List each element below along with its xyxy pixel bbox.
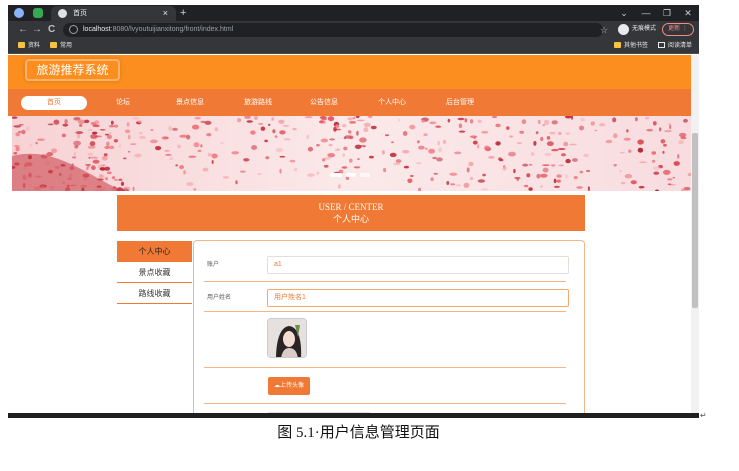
site-header: 旅游推荐系统 [8,55,691,89]
tab-search-icon[interactable]: ⌄ [616,5,632,21]
bookmark-folder[interactable]: 常用 [50,41,72,52]
account-row: 账户 a1 [204,249,569,282]
menu-item-forum[interactable]: 论坛 [106,96,140,110]
menu-item-home[interactable]: 首页 [21,96,87,110]
figure-caption: 图 5.1·用户信息管理页面 [277,425,440,441]
carousel-dot-active [330,173,342,177]
close-tab-icon[interactable]: × [163,7,168,19]
reload-icon[interactable]: C [48,23,55,37]
incognito-icon [618,24,629,35]
forward-icon[interactable]: → [32,23,42,37]
carousel-dot [346,173,356,177]
browser-toolbar: ← → C localhost:8080/lvyoutuijianxitong/… [8,21,699,39]
menu-item-attractions[interactable]: 景点信息 [168,96,212,110]
account-field[interactable]: a1 [267,256,569,274]
folder-icon [18,42,25,49]
browser-tab-strip: 首页 × + ⌄ — ❐ ✕ [8,5,699,21]
menu-item-routes[interactable]: 旅游路线 [236,96,280,110]
globe-icon [58,9,67,18]
tab-title: 首页 [73,10,87,17]
menu-item-admin[interactable]: 后台管理 [438,96,482,110]
taskbar-edge [8,413,699,418]
browser-screenshot: 首页 × + ⌄ — ❐ ✕ ← → C localhost:8080/lvyo… [8,5,699,418]
upload-avatar-button[interactable]: ☁上传头像 [268,377,310,395]
name-label: 用户姓名 [207,295,232,301]
account-label: 账户 [207,262,220,268]
update-button[interactable]: 更新 ⋮ [662,23,694,36]
avatar-row [204,312,566,368]
folder-icon [614,42,621,49]
minimize-icon[interactable]: — [638,5,654,21]
site-info-icon[interactable] [69,25,78,34]
sidebar-item-user-center[interactable]: 个人中心 [117,241,192,262]
address-bar[interactable]: localhost:8080/lvyoutuijianxitong/front/… [63,23,603,37]
pinned-tab-icon[interactable] [33,8,43,18]
reading-list-icon [658,42,665,49]
restore-icon[interactable]: ❐ [659,5,675,21]
title-chinese: 个人中心 [332,214,369,224]
page-scrollbar[interactable] [691,55,699,413]
close-window-icon[interactable]: ✕ [680,5,696,21]
bookmark-folder[interactable]: 资料 [18,41,40,52]
name-field[interactable]: 用户姓名1 [267,289,569,307]
title-english: USER / CENTER [318,202,384,212]
url-text: localhost:8080/lvyoutuijianxitong/front/… [83,26,234,33]
browser-tab[interactable]: 首页 × [51,6,176,21]
carousel-dot [360,173,370,177]
user-center-title: USER / CENTER 个人中心 [117,195,585,231]
incognito-label: 无痕模式 [632,26,657,32]
other-bookmarks[interactable]: 其他书签 [614,41,648,52]
menu-item-notices[interactable]: 公告信息 [302,96,346,110]
back-icon[interactable]: ← [18,23,28,37]
menu-item-user-center[interactable]: 个人中心 [370,96,414,110]
avatar [267,318,307,358]
reading-list[interactable]: 阅读清单 [658,41,692,52]
site-logo[interactable]: 旅游推荐系统 [25,59,120,81]
paragraph-mark-icon: ↵ [700,411,707,420]
avatar-image [268,319,306,357]
page-viewport: 旅游推荐系统 首页 论坛 景点信息 旅游路线 公告信息 个人中心 后台管理 US… [8,55,691,413]
sidebar-item-route-favorites[interactable]: 路线收藏 [117,283,192,304]
user-info-form: 账户 a1 用户姓名 用户姓名1 ☁上传头像 [193,240,585,413]
banner-carousel[interactable] [12,116,691,191]
bookmarks-bar: 资料 常用 其他书签 阅读清单 [8,39,699,54]
main-menu: 首页 论坛 景点信息 旅游路线 公告信息 个人中心 后台管理 [8,89,691,116]
banner-image [12,116,691,191]
scrollbar-thumb[interactable] [692,133,698,308]
name-row: 用户姓名 用户姓名1 [204,282,569,312]
sidebar-item-attraction-favorites[interactable]: 景点收藏 [117,262,192,283]
upload-row: ☁上传头像 [204,368,566,404]
next-row [204,404,566,413]
pinned-tab-icon[interactable] [14,8,24,18]
new-tab-button[interactable]: + [180,6,186,20]
bookmark-star-icon[interactable]: ☆ [600,23,608,37]
user-sidebar: 个人中心 景点收藏 路线收藏 [117,241,192,304]
folder-icon [50,42,57,49]
